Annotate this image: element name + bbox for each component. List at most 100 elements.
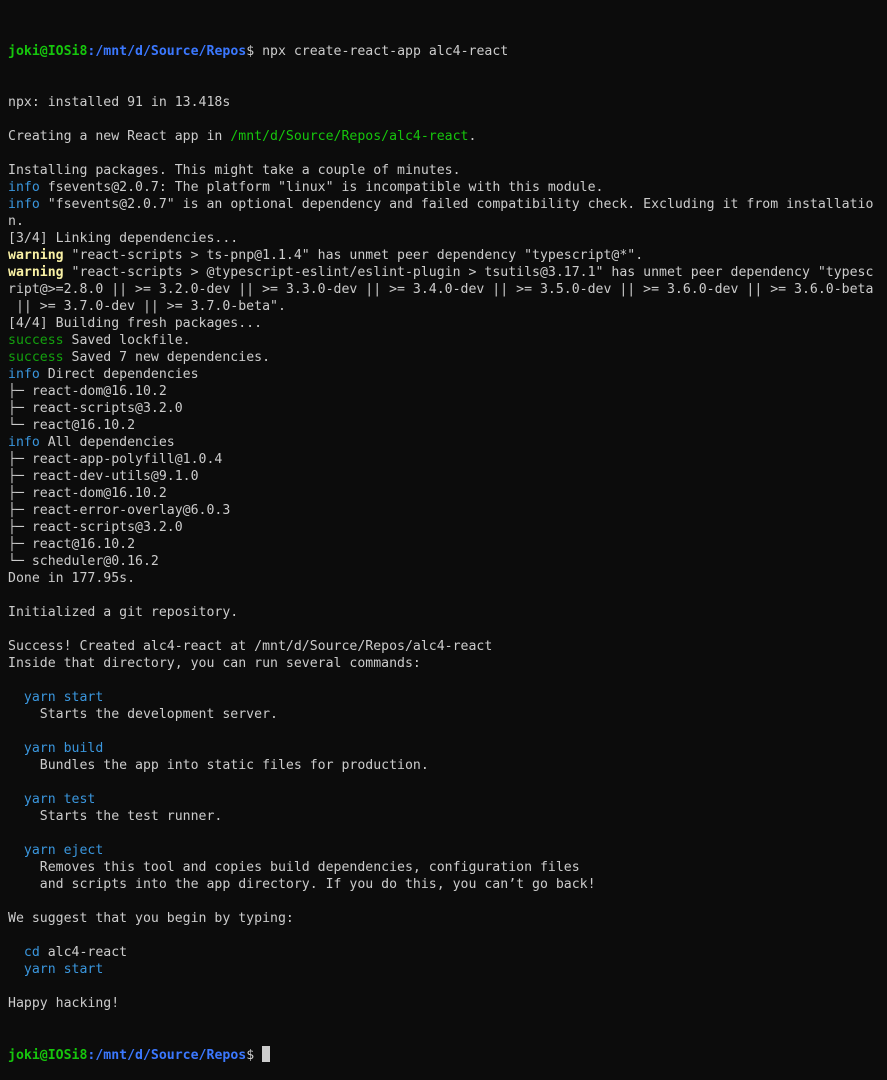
output-text: Success! Created alc4-react at /mnt/d/So… [8,639,493,654]
output-keyword: /mnt/d/Source/Repos/alc4-react [230,129,469,144]
output-text: ├─ react-dom@16.10.2 [8,486,167,501]
output-line: || >= 3.7.0-dev || >= 3.7.0-beta". [8,298,887,315]
output-keyword: info [8,180,40,195]
output-keyword: success [8,350,64,365]
output-line: and scripts into the app directory. If y… [8,876,887,893]
output-keyword: success [8,333,64,348]
output-line: npx: installed 91 in 13.418s [8,94,887,111]
output-line: cd alc4-react [8,944,887,961]
terminal-output: npx: installed 91 in 13.418s Creating a n… [8,94,887,1012]
output-line: info All dependencies [8,434,887,451]
output-text: fsevents@2.0.7: The platform "linux" is … [39,180,604,195]
output-line: └─ scheduler@0.16.2 [8,553,887,570]
output-keyword: yarn start [23,690,104,705]
output-text: Initialized a git repository. [8,605,239,620]
output-text: n. [8,214,24,229]
output-line: [4/4] Building fresh packages... [8,315,887,332]
output-line: ├─ react-dom@16.10.2 [8,383,887,400]
output-line: yarn build [8,740,887,757]
output-line: success Saved lockfile. [8,332,887,349]
output-text: Inside that directory, you can run sever… [8,656,421,671]
output-text: ├─ react-app-polyfill@1.0.4 [8,452,223,467]
output-line: ript@>=2.8.0 || >= 3.2.0-dev || >= 3.3.0… [8,281,887,298]
output-text: Removes this tool and copies build depen… [8,860,580,875]
output-text: Happy hacking! [8,996,120,1011]
output-line: success Saved 7 new dependencies. [8,349,887,366]
output-keyword: info [8,367,40,382]
output-text: Installing packages. This might take a c… [8,163,461,178]
output-keyword: yarn eject [23,843,104,858]
output-line: ├─ react-scripts@3.2.0 [8,400,887,417]
output-line: ├─ react-error-overlay@6.0.3 [8,502,887,519]
output-line: Starts the test runner. [8,808,887,825]
output-line: info Direct dependencies [8,366,887,383]
output-text: All dependencies [39,435,175,450]
final-prompt-line[interactable]: joki@IOSi8:/mnt/d/Source/Repos$ [8,1046,887,1063]
output-text: Creating a new React app in [8,129,231,144]
command-prompt-line: joki@IOSi8:/mnt/d/Source/Repos$ npx crea… [8,43,887,60]
output-line: Inside that directory, you can run sever… [8,655,887,672]
output-text: ├─ react-dom@16.10.2 [8,384,167,399]
output-line: Creating a new React app in /mnt/d/Sourc… [8,128,887,145]
output-line: Bundles the app into static files for pr… [8,757,887,774]
output-text: Saved lockfile. [63,333,191,348]
output-line: Starts the development server. [8,706,887,723]
output-keyword: warning [8,265,64,280]
output-text: [3/4] Linking dependencies... [8,231,239,246]
output-line: ├─ react@16.10.2 [8,536,887,553]
output-text: Direct dependencies [39,367,199,382]
output-keyword: yarn start [23,962,104,977]
output-text: We suggest that you begin by typing: [8,911,294,926]
output-text: "fsevents@2.0.7" is an optional dependen… [39,197,874,212]
output-text: || >= 3.7.0-dev || >= 3.7.0-beta". [8,299,286,314]
output-text: Bundles the app into static files for pr… [8,758,429,773]
output-keyword: cd [23,945,40,960]
output-line: warning "react-scripts > ts-pnp@1.1.4" h… [8,247,887,264]
output-text: "react-scripts > @typescript-eslint/esli… [63,265,874,280]
text-cursor [262,1046,271,1062]
output-text: . [468,129,477,144]
output-keyword: warning [8,248,64,263]
output-text: └─ react@16.10.2 [8,418,136,433]
output-line: Happy hacking! [8,995,887,1012]
output-line: warning "react-scripts > @typescript-esl… [8,264,887,281]
output-text: Starts the development server. [8,707,278,722]
output-text: └─ scheduler@0.16.2 [8,554,159,569]
prompt-symbol: $ [246,44,255,59]
output-text: alc4-react [39,945,128,960]
output-line: Removes this tool and copies build depen… [8,859,887,876]
output-line: Success! Created alc4-react at /mnt/d/So… [8,638,887,655]
output-line: ├─ react-dom@16.10.2 [8,485,887,502]
output-line: info fsevents@2.0.7: The platform "linux… [8,179,887,196]
output-line: Installing packages. This might take a c… [8,162,887,179]
final-prompt-symbol: $ [246,1048,263,1063]
output-text: ├─ react@16.10.2 [8,537,136,552]
output-line: yarn start [8,689,887,706]
output-text: ├─ react-error-overlay@6.0.3 [8,503,231,518]
output-keyword: yarn build [23,741,104,756]
output-text: and scripts into the app directory. If y… [8,877,596,892]
prompt-path: :/mnt/d/Source/Repos [87,44,247,59]
output-text: Saved 7 new dependencies. [63,350,271,365]
output-keyword: yarn test [23,792,96,807]
prompt-user-host: joki@IOSi8 [8,44,88,59]
output-line: info "fsevents@2.0.7" is an optional dep… [8,196,887,213]
final-prompt-path: :/mnt/d/Source/Repos [87,1048,247,1063]
output-text: Starts the test runner. [8,809,223,824]
final-prompt-user-host: joki@IOSi8 [8,1048,88,1063]
terminal-window[interactable]: joki@IOSi8:/mnt/d/Source/Repos$ npx crea… [0,0,887,1063]
output-text: [4/4] Building fresh packages... [8,316,263,331]
